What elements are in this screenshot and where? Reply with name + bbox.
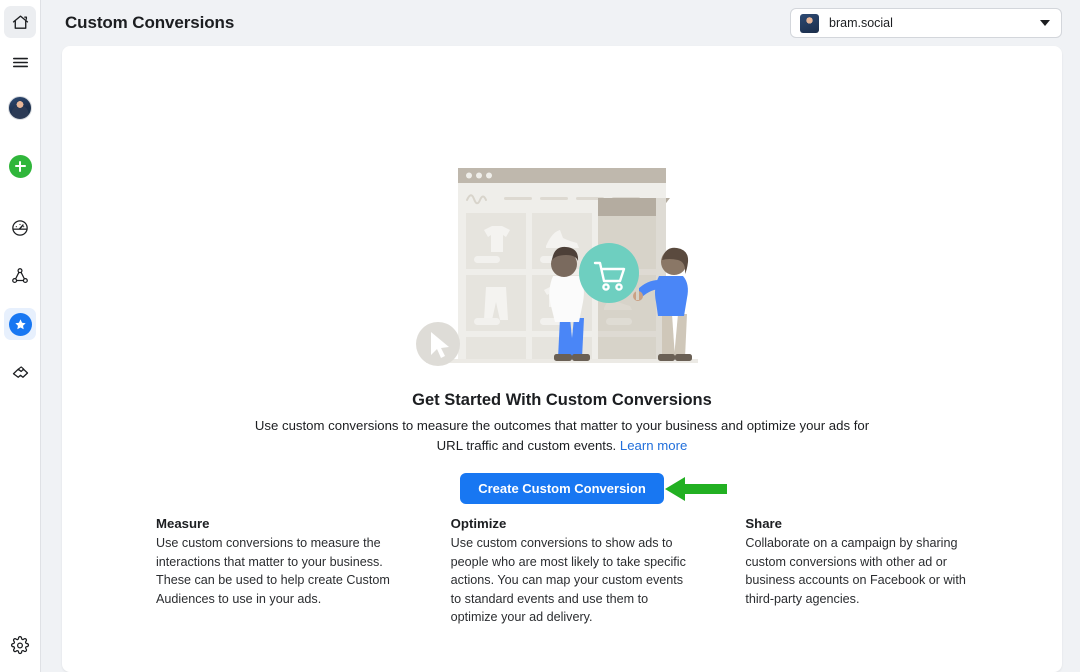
avatar [8, 96, 32, 120]
hero-description-text: Use custom conversions to measure the ou… [254, 418, 870, 453]
column-body: Use custom conversions to measure the in… [156, 536, 390, 606]
star-glyph-icon [14, 318, 26, 329]
cta-row: Create Custom Conversion [62, 473, 1062, 504]
menu-icon [12, 57, 28, 67]
sidebar-item-partnerships[interactable] [4, 356, 36, 388]
hero-headline: Get Started With Custom Conversions [412, 391, 712, 409]
home-icon [12, 14, 28, 29]
feature-columns: Measure Use custom conversions to measur… [62, 516, 1062, 627]
column-title: Optimize [450, 516, 507, 531]
feature-column-share: Share Collaborate on a campaign by shari… [745, 516, 988, 627]
column-body: Collaborate on a campaign by sharing cus… [745, 536, 966, 606]
sidebar-item-menu[interactable] [4, 46, 36, 78]
sidebar-item-audiences[interactable] [4, 260, 36, 292]
empty-state-hero: Get Started With Custom Conversions Use … [62, 46, 1062, 504]
left-arrow-icon [665, 477, 727, 501]
top-bar: Custom Conversions bram.social [41, 0, 1080, 46]
page-title: Custom Conversions [65, 13, 235, 32]
column-body: Use custom conversions to show ads to pe… [450, 536, 686, 625]
star-icon [8, 312, 32, 336]
sidebar-item-settings[interactable] [11, 636, 30, 660]
illustration-svg [416, 168, 698, 366]
storefront-illustration [412, 168, 712, 373]
account-name: bram.social [829, 16, 893, 30]
left-nav-rail [0, 0, 41, 672]
main-area: Custom Conversions bram.social Get Start… [41, 0, 1080, 672]
sidebar-item-events-manager[interactable] [4, 308, 36, 340]
gauge-icon [12, 220, 28, 236]
cart-badge-icon [579, 243, 639, 303]
hero-description: Use custom conversions to measure the ou… [242, 416, 882, 456]
column-title: Share [745, 516, 782, 531]
handshake-icon [12, 365, 28, 378]
sidebar-item-performance[interactable] [4, 212, 36, 244]
sidebar-item-home[interactable] [4, 6, 36, 38]
content-card: Get Started With Custom Conversions Use … [62, 46, 1062, 672]
chevron-down-icon [1040, 20, 1050, 26]
network-icon [12, 268, 28, 284]
green-arrow-annotation [665, 475, 727, 508]
sidebar-item-profile[interactable] [4, 92, 36, 124]
account-selector[interactable]: bram.social [790, 8, 1062, 38]
column-title: Measure [156, 516, 210, 531]
learn-more-link[interactable]: Learn more [620, 438, 687, 453]
gear-icon [11, 636, 30, 655]
sidebar-item-create[interactable] [4, 150, 36, 182]
create-custom-conversion-button[interactable]: Create Custom Conversion [460, 473, 664, 504]
account-avatar [800, 13, 819, 33]
feature-column-measure: Measure Use custom conversions to measur… [156, 516, 399, 627]
feature-column-optimize: Optimize Use custom conversions to show … [451, 516, 694, 627]
plus-icon [8, 154, 32, 178]
app-root: Custom Conversions bram.social Get Start… [0, 0, 1080, 672]
